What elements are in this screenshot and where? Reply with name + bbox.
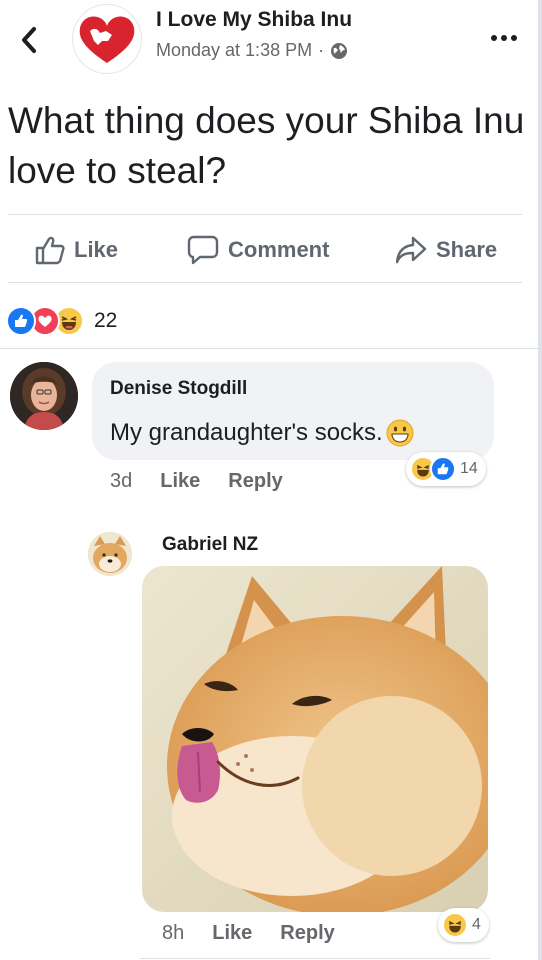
shiba-inu-photo[interactable] xyxy=(142,566,488,912)
avatar[interactable] xyxy=(88,532,132,576)
reply-time[interactable]: 8h xyxy=(162,922,184,945)
comment-text: My grandaughter's socks. xyxy=(110,418,415,448)
comment-label: Comment xyxy=(228,237,330,262)
reactions-summary[interactable]: 22 xyxy=(6,302,117,340)
reply-meta: 8h Like Reply xyxy=(162,918,363,948)
like-label: Like xyxy=(74,237,119,262)
reply-author-name[interactable]: Gabriel NZ xyxy=(162,534,258,556)
divider xyxy=(8,282,522,283)
chevron-left-icon xyxy=(22,27,36,53)
comment-time[interactable]: 3d xyxy=(110,470,132,493)
page-name[interactable]: I Love My Shiba Inu xyxy=(156,8,352,32)
post-timestamp[interactable]: Monday at 1:38 PM xyxy=(156,40,312,61)
post-text: What thing does your Shiba Inu love to s… xyxy=(8,100,525,191)
commenter-name[interactable]: Denise Stogdill xyxy=(110,378,247,400)
heart-logo-icon xyxy=(79,16,135,63)
thumbs-up-icon xyxy=(35,236,65,265)
post-meta: Monday at 1:38 PM · xyxy=(156,40,348,61)
more-options-button[interactable] xyxy=(484,26,524,50)
divider xyxy=(8,214,522,215)
divider xyxy=(0,348,538,349)
screen-edge xyxy=(538,0,542,960)
page-avatar[interactable] xyxy=(72,4,142,74)
globe-icon xyxy=(331,42,348,59)
like-reaction-icon xyxy=(430,456,456,482)
back-button[interactable] xyxy=(14,20,44,60)
comment-reply-button[interactable]: Reply xyxy=(228,470,282,493)
meta-separator: · xyxy=(318,40,325,60)
post-action-bar: Like Comment Share xyxy=(0,216,538,282)
share-label: Share xyxy=(436,237,498,262)
reply-reply-button[interactable]: Reply xyxy=(280,922,334,945)
divider xyxy=(140,958,490,959)
reply-like-button[interactable]: Like xyxy=(212,922,252,945)
comment-button[interactable]: Comment xyxy=(186,230,329,270)
reaction-count: 22 xyxy=(94,309,118,332)
share-button[interactable]: Share xyxy=(394,230,497,270)
like-reaction-icon xyxy=(6,306,36,336)
comment-bubble-icon xyxy=(187,235,219,265)
like-button[interactable]: Like xyxy=(34,230,118,270)
reaction-icons xyxy=(6,306,84,336)
comment-body: My grandaughter's socks. xyxy=(110,419,383,446)
comment-reactions[interactable]: 14 xyxy=(406,452,486,486)
comment-like-button[interactable]: Like xyxy=(160,470,200,493)
post-header: I Love My Shiba Inu Monday at 1:38 PM · xyxy=(0,0,538,80)
haha-reaction-icon xyxy=(442,912,468,938)
reply-reaction-count: 4 xyxy=(472,916,481,933)
share-arrow-icon xyxy=(395,236,427,264)
comment-meta: 3d Like Reply xyxy=(110,466,311,496)
more-dots-icon xyxy=(491,35,497,41)
comment-reaction-count: 14 xyxy=(460,460,478,477)
avatar[interactable] xyxy=(10,362,78,430)
grinning-face-icon xyxy=(386,419,414,447)
reply-reactions[interactable]: 4 xyxy=(438,908,489,942)
